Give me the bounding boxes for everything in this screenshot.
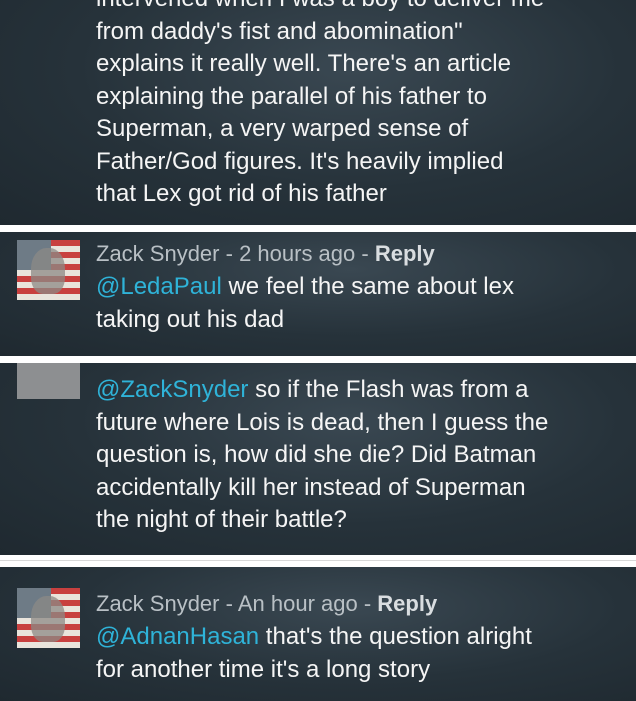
comment-text: we feel the same about lex <box>221 273 514 300</box>
reply-button[interactable]: Reply <box>375 241 435 266</box>
comment-line: the night of their battle? <box>96 506 347 533</box>
comment-time: An hour ago <box>237 591 358 616</box>
avatar[interactable] <box>17 588 80 648</box>
comment-card: Zack Snyder - An hour ago - Reply @Adnan… <box>0 567 636 701</box>
meta-separator: - <box>357 591 378 616</box>
comment-time: 2 hours ago <box>239 241 356 266</box>
meta-separator: - <box>219 241 240 266</box>
comment-line: @ZackSnyder so if the Flash was from a <box>96 374 624 407</box>
comment-line: future where Lois is dead, then I guess … <box>96 408 549 436</box>
avatar-figure <box>31 596 65 642</box>
comment-line: explains it really well. There's an arti… <box>96 50 511 77</box>
comment-line: intervened when I was a boy to deliver m… <box>96 0 624 16</box>
comment-author[interactable]: Zack Snyder <box>96 241 220 266</box>
comment-line: taking out his dad <box>96 305 285 333</box>
comment-body: @AdnanHasan that's the question alright … <box>96 621 624 686</box>
comment-text: so if the Flash was from a <box>248 376 529 403</box>
mention-link[interactable]: @LedaPaul <box>96 273 222 300</box>
comment-line: @AdnanHasan that's the question alright <box>96 621 624 654</box>
comment-author[interactable]: Zack Snyder <box>96 591 220 616</box>
comment-meta: Zack Snyder - An hour ago - Reply <box>96 591 437 617</box>
comment-card: intervened when I was a boy to deliver m… <box>0 0 636 225</box>
comment-meta: Zack Snyder - 2 hours ago - Reply <box>96 241 435 267</box>
mention-link[interactable]: @ZackSnyder <box>96 376 248 403</box>
avatar[interactable] <box>17 240 80 300</box>
comment-line: accidentally kill her instead of Superma… <box>96 473 526 501</box>
comment-line: from daddy's fist and abomination" <box>96 17 463 45</box>
avatar-figure <box>31 248 65 294</box>
comment-line: explaining the parallel of his father to <box>96 82 487 110</box>
comment-line: question is, how did she die? Did Batman <box>96 441 537 468</box>
mention-link[interactable]: @AdnanHasan <box>96 623 259 650</box>
comment-card: Zack Snyder - 2 hours ago - Reply @LedaP… <box>0 232 636 356</box>
comment-divider <box>0 225 636 232</box>
comment-body: @LedaPaul we feel the same about lex tak… <box>96 271 624 336</box>
comment-card: @ZackSnyder so if the Flash was from a f… <box>0 363 636 555</box>
comment-line: Superman, a very warped sense of <box>96 115 469 142</box>
comment-line: @LedaPaul we feel the same about lex <box>96 271 624 304</box>
comment-line: Father/God figures. It's heavily implied <box>96 147 504 175</box>
comment-body: intervened when I was a boy to deliver m… <box>96 0 624 211</box>
comment-divider <box>0 356 636 363</box>
comment-body: @ZackSnyder so if the Flash was from a f… <box>96 374 624 537</box>
meta-separator: - <box>219 591 238 616</box>
reply-button[interactable]: Reply <box>377 591 437 616</box>
comment-text: that's the question alright <box>259 623 532 650</box>
meta-separator: - <box>355 241 375 266</box>
comment-divider <box>0 555 636 567</box>
avatar[interactable] <box>17 363 80 399</box>
comment-line: for another time it's a long story <box>96 655 431 683</box>
comment-line: that Lex got rid of his father <box>96 180 387 207</box>
